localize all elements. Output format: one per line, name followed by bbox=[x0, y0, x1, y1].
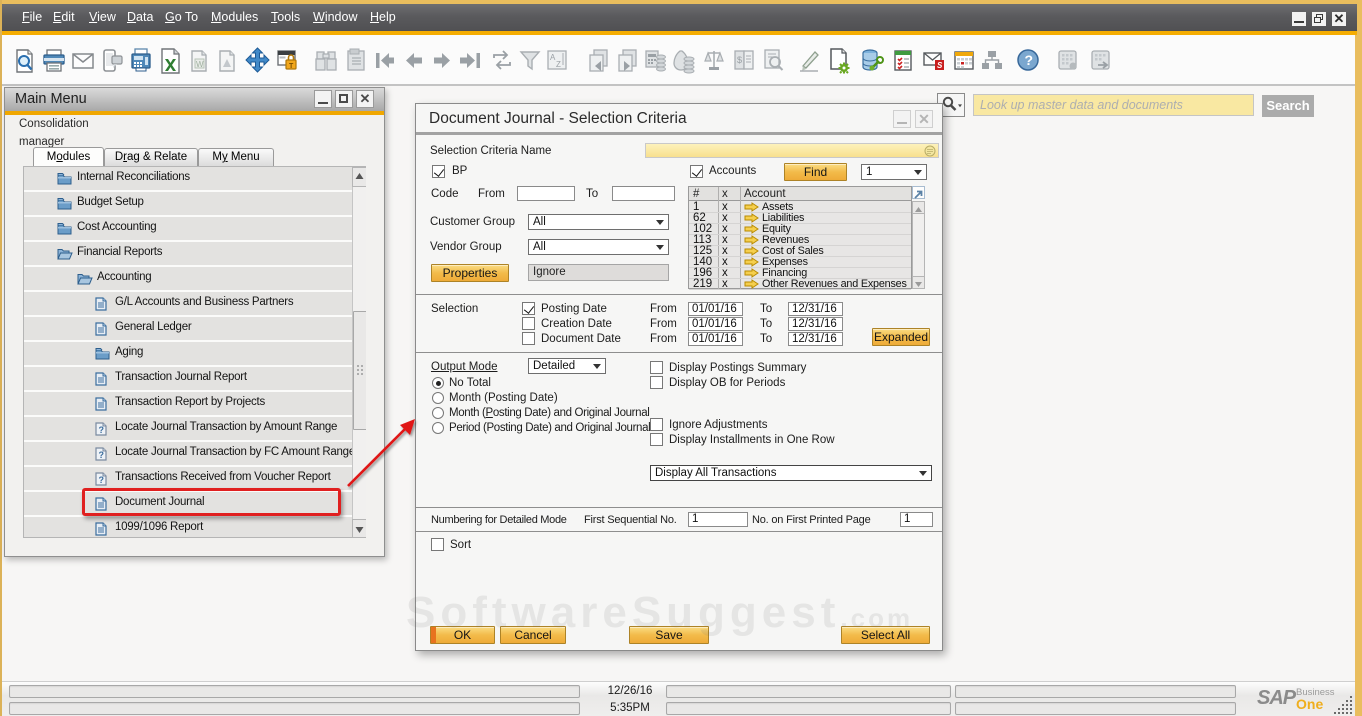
svg-text:?: ? bbox=[99, 475, 105, 485]
svg-text:W: W bbox=[196, 60, 204, 69]
svg-text:T: T bbox=[289, 63, 294, 70]
svg-text:Z: Z bbox=[556, 60, 561, 69]
svg-text:?: ? bbox=[99, 450, 105, 460]
svg-text:?: ? bbox=[1025, 52, 1034, 68]
svg-text:$: $ bbox=[737, 55, 742, 65]
svg-text:?: ? bbox=[99, 425, 105, 435]
svg-text:S: S bbox=[937, 61, 943, 70]
